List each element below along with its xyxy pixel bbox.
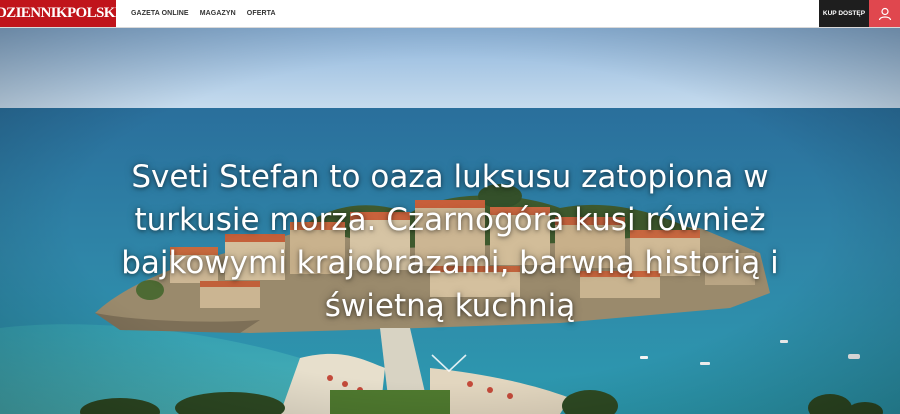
user-account-button[interactable] <box>869 0 900 27</box>
subscribe-button[interactable]: KUP DOSTĘP <box>819 0 869 27</box>
site-logo[interactable]: DziennikPolski <box>0 0 121 27</box>
nav-item-oferta[interactable]: OFERTA <box>247 10 276 17</box>
logo-text: DziennikPolski <box>0 5 121 21</box>
nav-item-magazyn[interactable]: MAGAZYN <box>200 10 236 17</box>
nav-item-gazeta-online[interactable]: GAZETA ONLINE <box>131 10 189 17</box>
main-nav: GAZETA ONLINE MAGAZYN OFERTA <box>131 0 276 27</box>
hero-section: Sveti Stefan to oaza luksusu zatopiona w… <box>0 28 900 414</box>
article-headline[interactable]: Sveti Stefan to oaza luksusu zatopiona w… <box>70 156 830 328</box>
user-icon <box>878 7 891 20</box>
top-navigation-bar: DziennikPolski GAZETA ONLINE MAGAZYN OFE… <box>0 0 900 28</box>
